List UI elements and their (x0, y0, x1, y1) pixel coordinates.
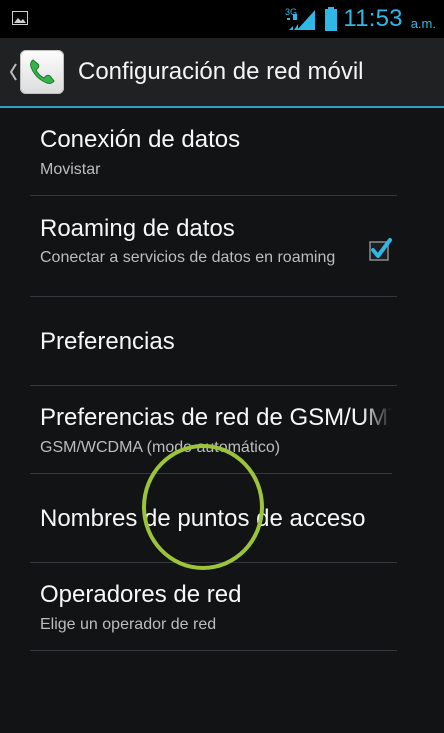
list-item-preferences[interactable]: Preferencias (30, 297, 397, 386)
item-title: Operadores de red (40, 581, 242, 608)
item-title: Nombres de puntos de acceso (40, 505, 366, 532)
clock-ampm: a.m. (410, 15, 436, 31)
item-summary: GSM/WCDMA (modo automático) (40, 439, 281, 456)
roaming-checkbox[interactable] (367, 236, 393, 262)
action-bar: Configuración de red móvil (0, 38, 444, 108)
image-notification-icon (12, 11, 28, 25)
list-item-data-connection[interactable]: Conexión de datos Movistar (30, 108, 397, 196)
list-item-access-point-names[interactable]: Nombres de puntos de acceso (30, 474, 397, 563)
settings-list: Conexión de datos Movistar Roaming de da… (0, 108, 444, 651)
item-summary: Elige un operador de red (40, 616, 217, 633)
phone-icon[interactable] (20, 50, 64, 94)
item-title: Preferencias (40, 328, 175, 355)
signal-3g-icon: 3G (285, 7, 316, 30)
item-title: Conexión de datos (40, 126, 241, 153)
item-summary: Conectar a servicios de datos en roaming (40, 249, 336, 266)
clock-time: 11:53 (343, 5, 403, 32)
list-item-data-roaming[interactable]: Roaming de datos Conectar a servicios de… (30, 196, 397, 297)
battery-icon (325, 7, 338, 31)
list-item-network-operators[interactable]: Operadores de red Elige un operador de r… (30, 563, 397, 651)
chevron-left-icon[interactable] (8, 61, 18, 83)
list-item-gsm-umts-preferences[interactable]: Preferencias de red de GSM/UMTS GSM/WCDM… (30, 386, 392, 474)
status-bar: 3G 11:53 a.m. (0, 0, 444, 38)
page-title: Configuración de red móvil (78, 58, 364, 85)
item-summary: Movistar (40, 161, 101, 178)
item-title: Roaming de datos (40, 215, 235, 242)
item-title: Preferencias de red de GSM/UMTS (40, 404, 392, 431)
